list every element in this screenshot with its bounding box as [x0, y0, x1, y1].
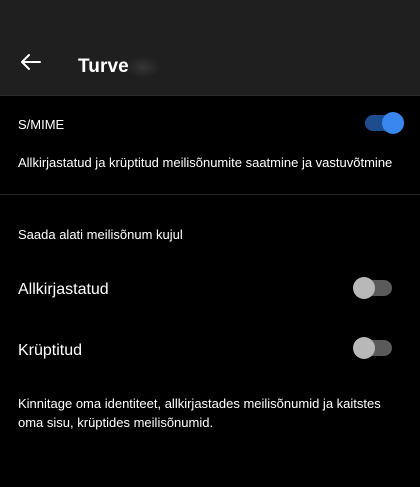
toggle-knob: [353, 337, 375, 359]
encrypted-label: Krüptitud: [18, 342, 83, 359]
back-button[interactable]: [14, 47, 48, 81]
smime-toggle[interactable]: [365, 112, 404, 134]
arrow-left-icon: [20, 53, 42, 76]
security-settings-screen: Turve S/MIME Allkirjastatud ja krüptitud…: [0, 0, 420, 487]
toggle-knob: [353, 277, 375, 299]
app-header: Turve: [0, 0, 420, 96]
page-title: Turve: [78, 56, 129, 77]
toggle-knob: [382, 112, 404, 134]
signed-toggle[interactable]: [353, 277, 392, 299]
info-text: Kinnitage oma identiteet, allkirjastades…: [18, 396, 381, 430]
signed-label: Allkirjastatud: [18, 281, 109, 298]
smime-label: S/MIME: [18, 117, 65, 132]
always-send-section-label: Saada alati meilisõnum kujul: [18, 227, 183, 242]
title-redaction: [126, 56, 160, 78]
smime-description: Allkirjastatud ja krüptitud meilisõnumit…: [18, 155, 393, 170]
encrypted-toggle[interactable]: [353, 337, 392, 359]
section-divider: [0, 194, 420, 195]
